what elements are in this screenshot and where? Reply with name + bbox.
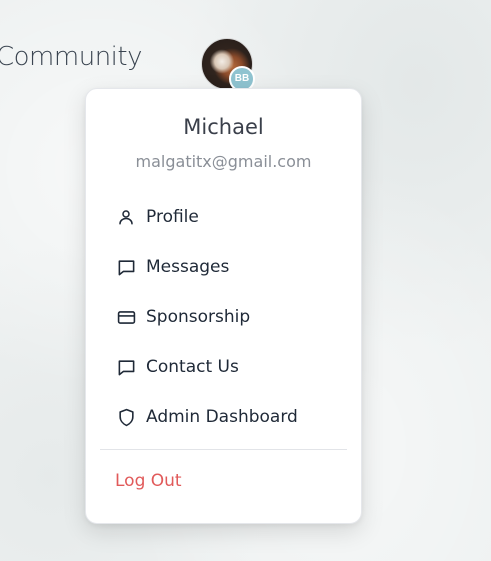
user-dropdown-menu: Michael malgatitx@gmail.com Profile Mess… — [85, 88, 362, 524]
menu-item-label: Admin Dashboard — [146, 407, 298, 427]
menu-item-messages[interactable]: Messages — [116, 252, 341, 282]
menu-item-label: Profile — [146, 207, 199, 227]
shield-icon — [116, 407, 136, 427]
user-name: Michael — [183, 115, 264, 139]
menu-item-profile[interactable]: Profile — [116, 202, 341, 232]
user-avatar-button[interactable]: BB — [201, 38, 255, 92]
menu-item-sponsorship[interactable]: Sponsorship — [116, 302, 341, 332]
menu-divider — [100, 449, 347, 450]
brand-title: Community — [0, 42, 142, 72]
message-icon — [116, 257, 136, 277]
logout-button[interactable]: Log Out — [115, 471, 182, 491]
message-icon — [116, 357, 136, 377]
menu-item-label: Contact Us — [146, 357, 239, 377]
user-email: malgatitx@gmail.com — [135, 152, 312, 171]
user-icon — [116, 207, 136, 227]
menu-item-label: Messages — [146, 257, 230, 277]
menu-item-label: Sponsorship — [146, 307, 251, 327]
credit-card-icon — [116, 307, 136, 327]
menu-item-admin-dashboard[interactable]: Admin Dashboard — [116, 402, 341, 432]
menu-item-contact-us[interactable]: Contact Us — [116, 352, 341, 382]
